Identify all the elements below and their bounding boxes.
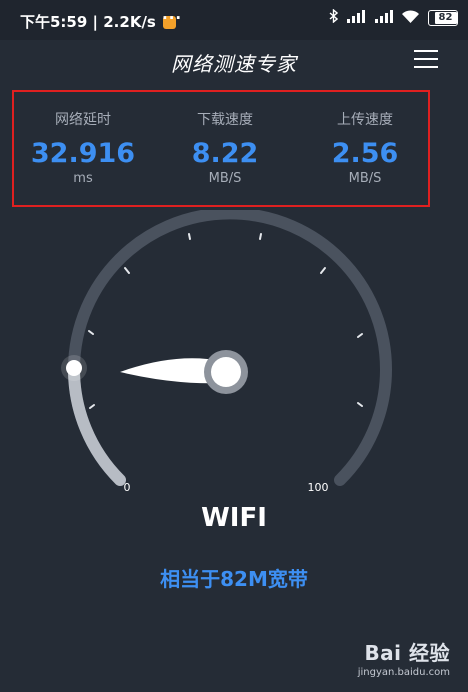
upload-value: 2.56 [331,138,399,169]
status-bar: 下午5:59 | 2.2K/s ··· 82 [0,0,468,40]
latency-stat: 网络延时 32.916 ms [13,92,153,186]
upload-stat: 上传速度 2.56 MB/S [295,92,435,186]
download-stat: 下载速度 8.22 MB/S [155,92,295,186]
download-unit: MB/S [208,171,242,186]
page-title: 网络测速专家 [171,52,297,76]
upload-unit: MB/S [348,171,382,186]
download-label: 下载速度 [197,112,253,128]
download-value: 8.22 [191,138,259,169]
bluetooth-icon [329,8,339,26]
latency-unit: ms [73,171,93,186]
watermark-url: jingyan.baidu.com [357,667,450,678]
latency-label: 网络延时 [55,112,111,128]
status-right: 82 [324,8,458,26]
upload-label: 上传速度 [337,112,393,128]
gauge-progress-arc [67,362,126,486]
watermark: Bai 经验 jingyan.baidu.com [358,637,450,678]
gauge-tick [259,233,262,240]
gauge-min-label: 0 [124,481,131,494]
status-network-speed: 2.2K/s [103,13,156,31]
signal-icon [347,9,366,26]
status-left: 下午5:59 | 2.2K/s [20,11,177,32]
latency-value: 32.916 [30,138,136,169]
gauge-tick [88,330,94,335]
bandwidth-equivalent: 相当于82M宽带 [160,567,308,591]
wifi-icon [401,9,419,26]
gauge-hub [211,357,241,387]
gauge-tick [89,404,95,409]
gauge-tick [188,233,191,240]
signal-icon-2 [374,9,393,26]
gauge-indicator-glow [61,355,87,381]
battery-level: 82 [438,11,453,23]
speed-gauge: 0 100 [61,210,392,494]
app-header: 网络测速专家 [0,40,468,84]
more-notifications-icon: ··· [162,9,183,27]
watermark-logo: Bai 经验 [364,641,450,665]
gauge-tick [357,402,363,407]
gauge-max-label: 100 [308,481,329,494]
gauge-tick [320,267,326,274]
speed-stats-panel: 网络延时 32.916 ms 下载速度 8.22 MB/S 上传速度 2.56 … [12,90,430,207]
gauge-track [67,210,392,486]
gauge-tick [357,333,363,338]
connection-type: WIFI [201,503,267,533]
gauge-track-arc [68,210,392,486]
status-time: 下午5:59 [20,13,88,31]
battery-icon: 82 [428,9,458,26]
menu-icon[interactable] [414,50,438,70]
gauge-tick [124,267,130,274]
